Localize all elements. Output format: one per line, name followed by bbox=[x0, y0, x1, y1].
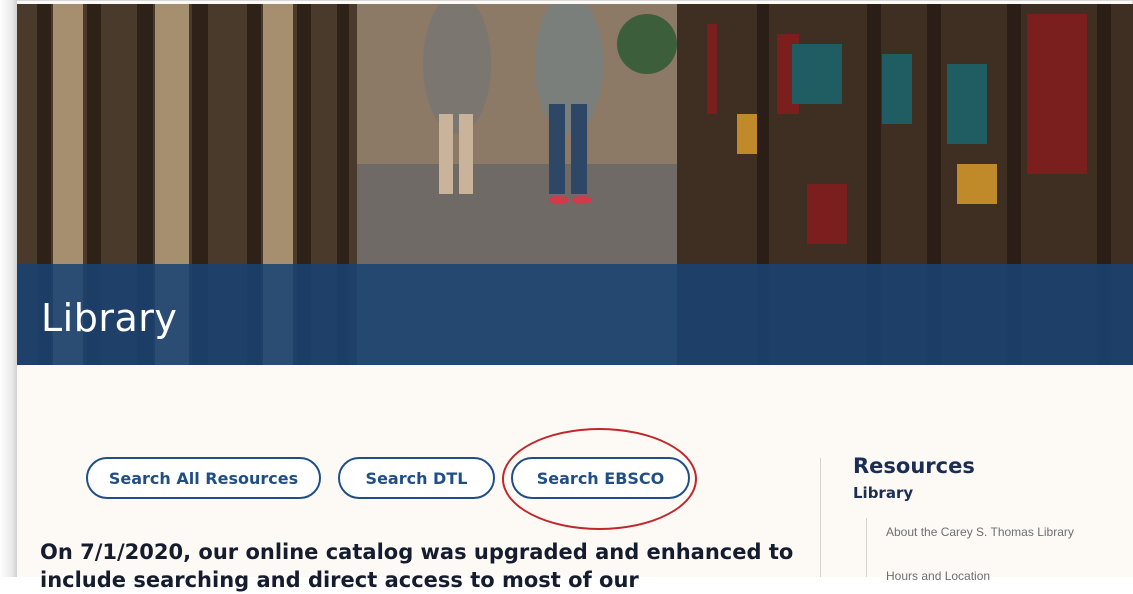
search-dtl-button[interactable]: Search DTL bbox=[338, 457, 495, 499]
sidebar-subheading: Library bbox=[853, 484, 914, 502]
annotation-circle bbox=[502, 428, 697, 530]
sidebar-link-rule bbox=[866, 518, 867, 577]
search-all-resources-button[interactable]: Search All Resources bbox=[86, 457, 321, 499]
sidebar-item-about-library[interactable]: About the Carey S. Thomas Library bbox=[886, 524, 1086, 540]
title-band bbox=[17, 264, 1133, 365]
screenshot-shadow bbox=[0, 0, 17, 577]
page-title: Library bbox=[41, 296, 178, 340]
sidebar-heading: Resources bbox=[853, 454, 975, 478]
hero-banner: Library bbox=[17, 4, 1133, 365]
sidebar-item-hours-location[interactable]: Hours and Location bbox=[886, 568, 1086, 584]
sidebar-divider bbox=[820, 458, 821, 577]
catalog-upgrade-notice: On 7/1/2020, our online catalog was upgr… bbox=[40, 540, 794, 592]
